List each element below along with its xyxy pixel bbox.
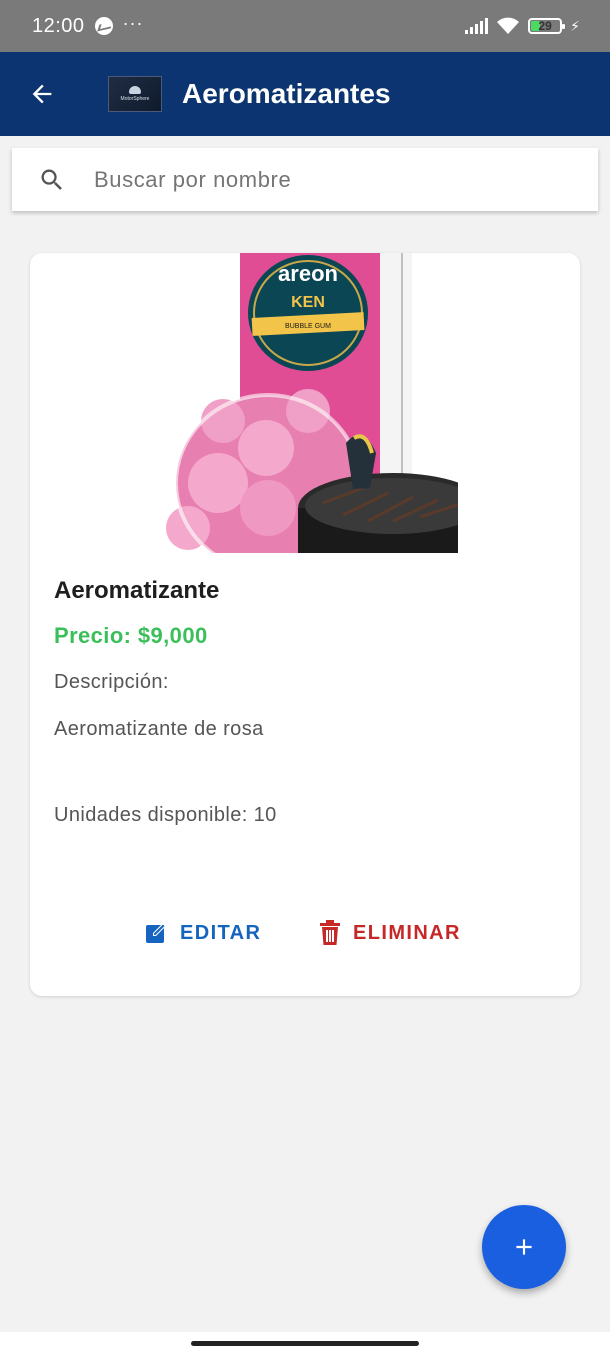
delete-button[interactable]: ELIMINAR (319, 913, 461, 953)
page-title: Aeromatizantes (182, 78, 391, 109)
description-label: Descripción: (54, 671, 169, 693)
logo-mark (129, 86, 141, 94)
product-image: areon KEN BUBBLE GUM (148, 253, 458, 553)
signal-icon (465, 18, 489, 34)
wifi-icon (497, 17, 520, 34)
charging-bolt-icon: ⚡ (570, 17, 580, 34)
app-logo: MotorSphere (108, 76, 162, 112)
image-brand: areon (278, 261, 338, 286)
add-product-button[interactable] (482, 1205, 566, 1289)
logo-text: MotorSphere (120, 96, 150, 102)
status-right: 29 ⚡ (465, 17, 580, 35)
home-indicator[interactable] (191, 1341, 419, 1346)
edit-icon (146, 923, 166, 943)
delete-label: ELIMINAR (353, 921, 461, 944)
app-bar: MotorSphere Aeromatizantes (0, 52, 610, 136)
plus-icon (516, 1239, 532, 1255)
status-bar: 12:00 ··· 29 ⚡ (0, 0, 610, 52)
status-time: 12:00 (32, 14, 85, 37)
edit-button[interactable]: EDITAR (144, 913, 261, 953)
search-bar (12, 148, 598, 211)
image-label: KEN (291, 294, 325, 311)
more-notifications-icon: ··· (122, 12, 144, 33)
messenger-icon (94, 17, 113, 35)
battery-icon: 29 (528, 18, 566, 34)
arrow-left-icon (32, 84, 52, 104)
product-card[interactable]: areon KEN BUBBLE GUM Aeromatizante Preci… (30, 253, 580, 996)
description-text: Aeromatizante de rosa (54, 718, 264, 740)
status-left: 12:00 ··· (32, 12, 144, 38)
search-icon (41, 169, 62, 190)
product-name: Aeromatizante (54, 577, 220, 604)
back-button[interactable] (12, 64, 72, 124)
battery-level: 29 (538, 19, 552, 33)
trash-icon (320, 920, 340, 945)
card-actions: EDITAR ELIMINAR (30, 913, 580, 953)
product-price: Precio: $9,000 (54, 623, 208, 648)
image-sub: BUBBLE GUM (285, 323, 331, 330)
edit-label: EDITAR (180, 921, 262, 944)
system-nav-bar (0, 1332, 610, 1356)
stock-text: Unidades disponible: 10 (54, 804, 277, 826)
search-input[interactable] (94, 166, 554, 193)
